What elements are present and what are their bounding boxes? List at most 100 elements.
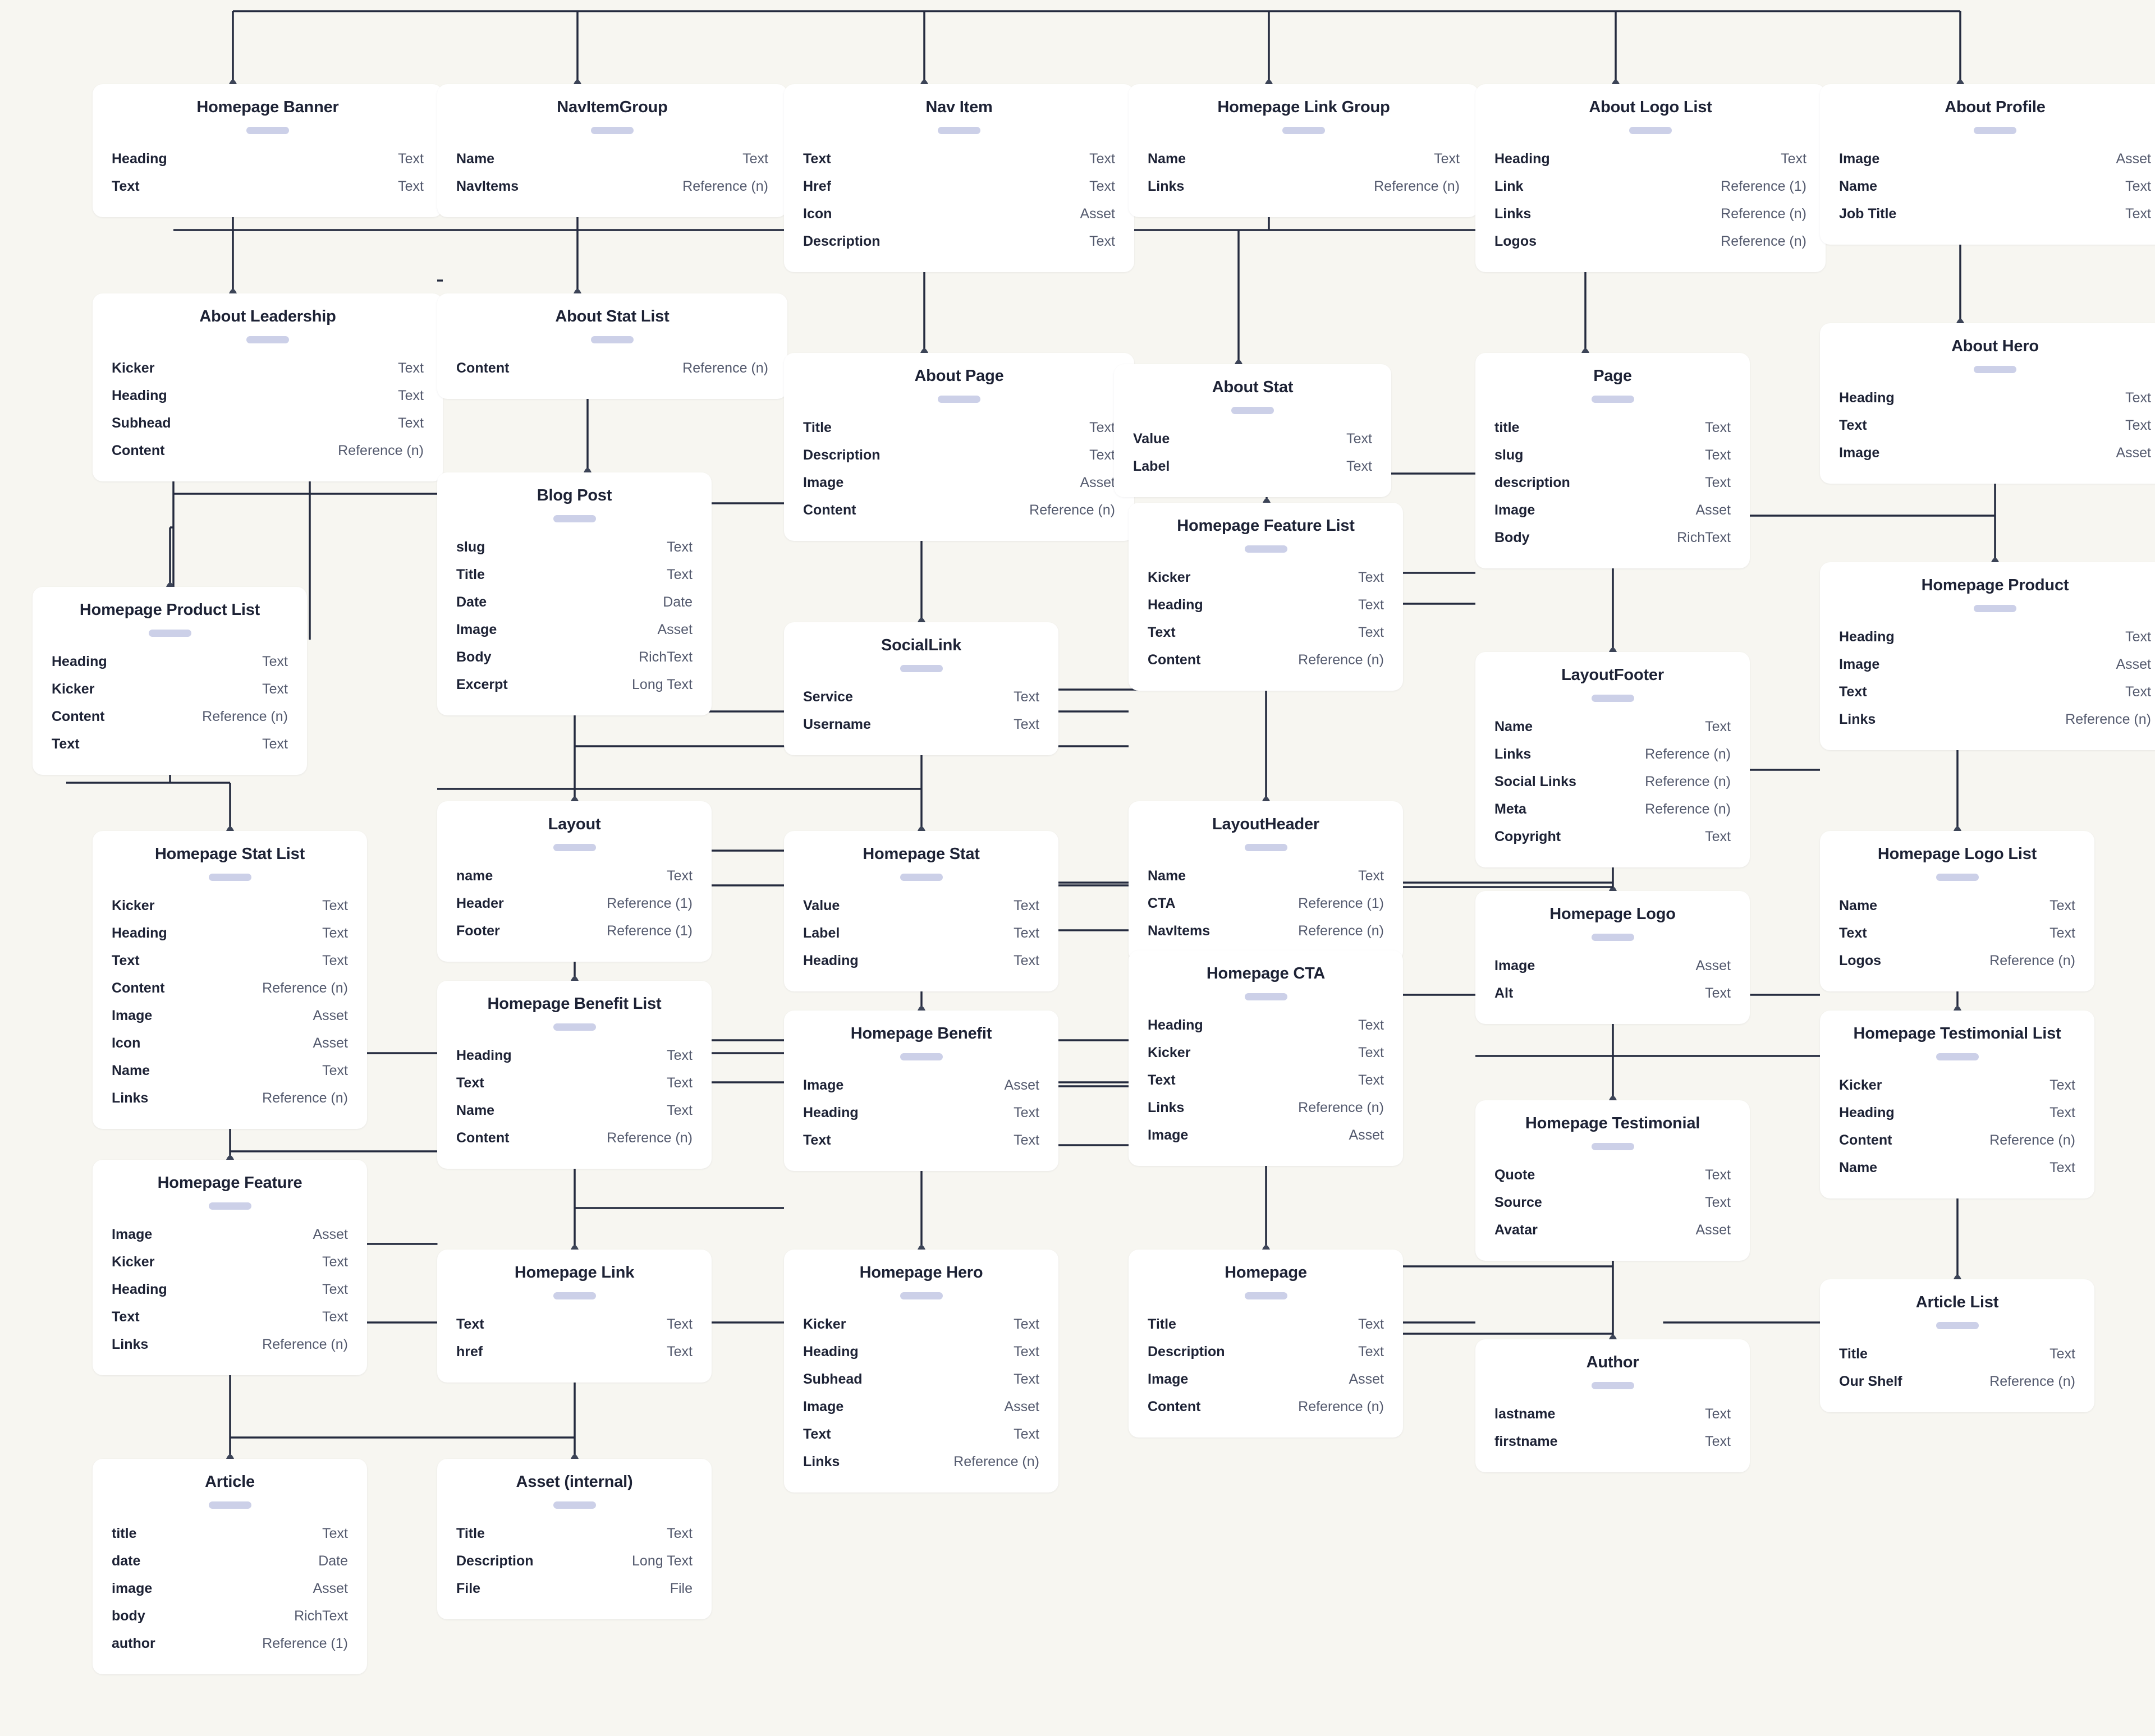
entity-field-row[interactable]: Heading Text <box>1148 1012 1384 1039</box>
entity-field-row[interactable]: Content Reference (n) <box>1839 1127 2075 1154</box>
entity-field-row[interactable]: Name Text <box>1148 862 1384 890</box>
entity-card-about-leadership[interactable]: About Leadership Kicker Text Heading Text Sub… <box>93 293 443 481</box>
entity-card-layoutfooter[interactable]: LayoutFooter Name Text Links Reference (n) So… <box>1475 652 1750 867</box>
entity-card-homepage-testimonial-list[interactable]: Homepage Testimonial List Kicker Text Headi… <box>1820 1011 2094 1198</box>
entity-field-row[interactable]: Links Reference (n) <box>1494 741 1731 768</box>
entity-card-article-list[interactable]: Article List Title Text Our Shelf Reference … <box>1820 1279 2094 1412</box>
entity-field-row[interactable]: Title Text <box>1839 1340 2075 1368</box>
entity-card-about-profile[interactable]: About Profile Image Asset Name Text Job Title… <box>1820 84 2155 245</box>
entity-field-row[interactable]: Links Reference (n) <box>112 1331 348 1358</box>
entity-field-row[interactable]: Body RichText <box>1494 524 1731 552</box>
entity-field-row[interactable]: Label Text <box>803 920 1039 947</box>
entity-card-about-hero[interactable]: About Hero Heading Text Text Text Image Asset <box>1820 323 2155 484</box>
entity-field-row[interactable]: Header Reference (1) <box>456 890 693 917</box>
entity-field-row[interactable]: lastname Text <box>1494 1400 1731 1428</box>
entity-field-row[interactable]: Service Text <box>803 683 1039 711</box>
entity-card-homepage-benefit[interactable]: Homepage Benefit Image Asset Heading Text Tex… <box>784 1011 1058 1171</box>
entity-field-row[interactable]: firstname Text <box>1494 1428 1731 1455</box>
entity-card-homepage[interactable]: Homepage Title Text Description Text Image Ass… <box>1129 1250 1403 1438</box>
entity-field-row[interactable]: Name Text <box>1839 173 2151 200</box>
entity-card-homepage-testimonial[interactable]: Homepage Testimonial Quote Text Source Text A… <box>1475 1100 1750 1261</box>
entity-field-row[interactable]: Kicker Text <box>1839 1072 2075 1099</box>
entity-field-row[interactable]: Description Long Text <box>456 1547 693 1575</box>
entity-field-row[interactable]: Heading Text <box>803 1099 1039 1127</box>
entity-field-row[interactable]: Title Text <box>456 1520 693 1547</box>
entity-card-layout[interactable]: Layout name Text Header Reference (1) Footer R… <box>437 801 712 962</box>
entity-field-row[interactable]: Logos Reference (n) <box>1494 228 1806 255</box>
entity-field-row[interactable]: Value Text <box>1133 425 1372 453</box>
entity-field-row[interactable]: Text Text <box>112 1303 348 1331</box>
entity-field-row[interactable]: Meta Reference (n) <box>1494 796 1731 823</box>
entity-field-row[interactable]: Content Reference (n) <box>803 497 1115 524</box>
entity-field-row[interactable]: Name Text <box>112 1057 348 1085</box>
entity-field-row[interactable]: Text Text <box>52 731 288 758</box>
entity-field-row[interactable]: Text Text <box>803 1127 1039 1154</box>
entity-field-row[interactable]: Body RichText <box>456 644 693 671</box>
entity-field-row[interactable]: Text Text <box>456 1311 693 1338</box>
entity-card-homepage-stat-list[interactable]: Homepage Stat List Kicker Text Heading Text T… <box>93 831 367 1129</box>
entity-field-row[interactable]: Image Asset <box>112 1221 348 1248</box>
entity-field-row[interactable]: Avatar Asset <box>1494 1216 1731 1244</box>
entity-field-row[interactable]: Footer Reference (1) <box>456 917 693 945</box>
entity-card-layoutheader[interactable]: LayoutHeader Name Text CTA Reference (1) NavI… <box>1129 801 1403 962</box>
entity-field-row[interactable]: Icon Asset <box>803 200 1115 228</box>
entity-field-row[interactable]: Kicker Text <box>1148 1039 1384 1067</box>
entity-field-row[interactable]: Heading Text <box>1494 145 1806 173</box>
entity-field-row[interactable]: date Date <box>112 1547 348 1575</box>
entity-field-row[interactable]: Links Reference (n) <box>1148 1094 1384 1122</box>
entity-field-row[interactable]: Image Asset <box>1839 651 2151 678</box>
entity-field-row[interactable]: Excerpt Long Text <box>456 671 693 699</box>
entity-card-about-stat-list[interactable]: About Stat List Content Reference (n) <box>437 293 787 399</box>
entity-card-about-stat[interactable]: About Stat Value Text Label Text <box>1114 364 1391 497</box>
entity-field-row[interactable]: Content Reference (n) <box>52 703 288 731</box>
entity-card-asset-internal[interactable]: Asset (internal) Title Text Description Long… <box>437 1459 712 1619</box>
entity-field-row[interactable]: Image Asset <box>1148 1366 1384 1393</box>
entity-card-sociallink[interactable]: SocialLink Service Text Username Text <box>784 622 1058 755</box>
entity-card-homepage-stat[interactable]: Homepage Stat Value Text Label Text Heading Te… <box>784 831 1058 991</box>
entity-field-row[interactable]: body RichText <box>112 1602 348 1630</box>
entity-field-row[interactable]: title Text <box>112 1520 348 1547</box>
entity-field-row[interactable]: Our Shelf Reference (n) <box>1839 1368 2075 1395</box>
entity-field-row[interactable]: Image Asset <box>1494 952 1731 980</box>
entity-field-row[interactable]: Heading Text <box>112 920 348 947</box>
entity-card-page[interactable]: Page title Text slug Text description Text Imag… <box>1475 353 1750 568</box>
entity-field-row[interactable]: Heading Text <box>112 382 424 410</box>
entity-field-row[interactable]: Text Text <box>456 1069 693 1097</box>
entity-card-homepage-benefit-list[interactable]: Homepage Benefit List Heading Text Text Text… <box>437 981 712 1169</box>
entity-field-row[interactable]: Kicker Text <box>112 892 348 920</box>
entity-field-row[interactable]: Heading Text <box>1839 623 2151 651</box>
entity-field-row[interactable]: Date Date <box>456 589 693 616</box>
entity-field-row[interactable]: Href Text <box>803 173 1115 200</box>
entity-field-row[interactable]: Label Text <box>1133 453 1372 480</box>
entity-field-row[interactable]: Description Text <box>803 442 1115 469</box>
entity-field-row[interactable]: Description Text <box>1148 1338 1384 1366</box>
entity-field-row[interactable]: Links Reference (n) <box>1839 706 2151 733</box>
entity-field-row[interactable]: Name Text <box>1148 145 1460 173</box>
entity-field-row[interactable]: Text Text <box>112 173 424 200</box>
entity-field-row[interactable]: Heading Text <box>803 1338 1039 1366</box>
entity-field-row[interactable]: Title Text <box>1148 1311 1384 1338</box>
entity-field-row[interactable]: Content Reference (n) <box>1148 1393 1384 1421</box>
entity-field-row[interactable]: Content Reference (n) <box>456 1124 693 1152</box>
entity-field-row[interactable]: image Asset <box>112 1575 348 1602</box>
entity-card-author[interactable]: Author lastname Text firstname Text <box>1475 1339 1750 1472</box>
entity-card-homepage-logo-list[interactable]: Homepage Logo List Name Text Text Text Logos R… <box>1820 831 2094 991</box>
entity-field-row[interactable]: NavItems Reference (n) <box>456 173 768 200</box>
entity-field-row[interactable]: Heading Text <box>1839 1099 2075 1127</box>
entity-field-row[interactable]: Text Text <box>803 145 1115 173</box>
entity-card-homepage-logo[interactable]: Homepage Logo Image Asset Alt Text <box>1475 891 1750 1024</box>
entity-field-row[interactable]: Text Text <box>1839 920 2075 947</box>
entity-field-row[interactable]: Content Reference (n) <box>1148 646 1384 674</box>
entity-field-row[interactable]: Text Text <box>1148 1067 1384 1094</box>
entity-field-row[interactable]: Name Text <box>1839 892 2075 920</box>
entity-field-row[interactable]: Username Text <box>803 711 1039 738</box>
entity-card-homepage-link[interactable]: Homepage Link Text Text href Text <box>437 1250 712 1383</box>
entity-field-row[interactable]: Content Reference (n) <box>112 437 424 465</box>
entity-field-row[interactable]: Name Text <box>1839 1154 2075 1182</box>
entity-card-homepage-feature-list[interactable]: Homepage Feature List Kicker Text Heading Te… <box>1129 503 1403 691</box>
entity-field-row[interactable]: Title Text <box>456 561 693 589</box>
entity-field-row[interactable]: Quote Text <box>1494 1161 1731 1189</box>
entity-card-homepage-hero[interactable]: Homepage Hero Kicker Text Heading Text Subhea… <box>784 1250 1058 1492</box>
entity-field-row[interactable]: Heading Text <box>112 145 424 173</box>
entity-field-row[interactable]: Heading Text <box>803 947 1039 975</box>
